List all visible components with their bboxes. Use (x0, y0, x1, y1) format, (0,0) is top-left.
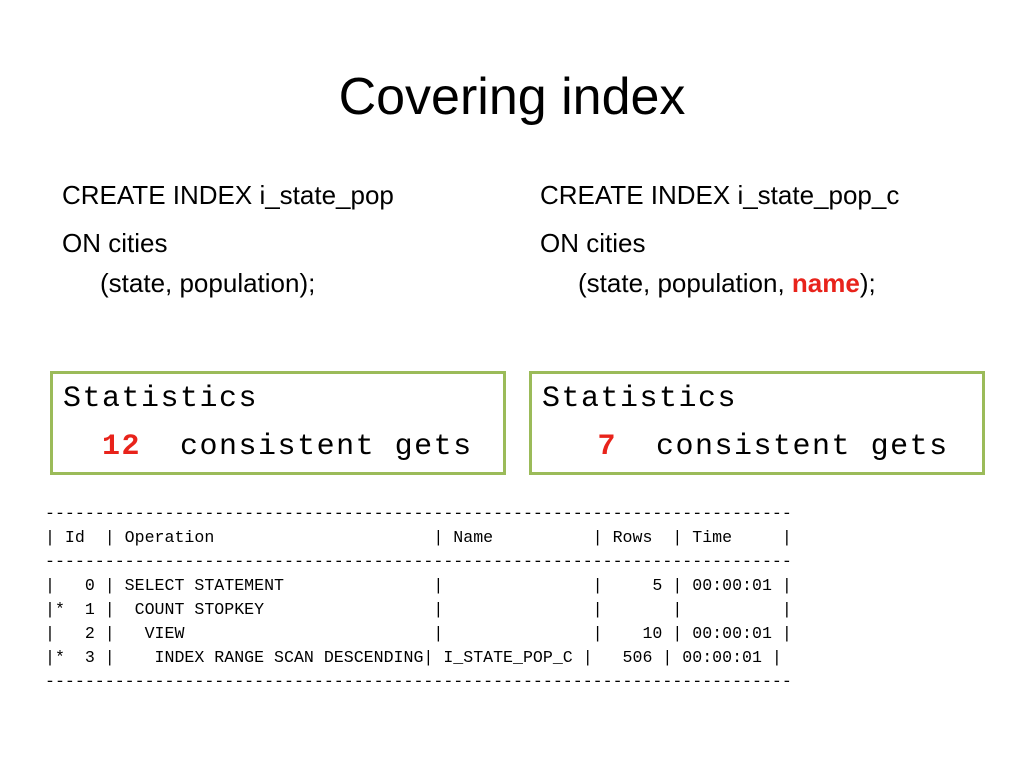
right-index-name-column: name (791, 268, 860, 298)
right-index-columns-suffix: ); (859, 268, 876, 298)
plan-separator-header: ----------------------------------------… (45, 552, 792, 571)
left-statistics-heading: Statistics (63, 382, 259, 416)
left-consistent-gets-value: 12 (102, 430, 142, 464)
right-index-definition: CREATE INDEX i_state_pop_c ON cities (st… (540, 176, 899, 302)
right-index-columns-prefix: (state, population, (578, 268, 792, 298)
right-consistent-gets-value: 7 (597, 430, 618, 464)
right-statistics-line: 7 consistent gets (542, 430, 949, 464)
right-consistent-gets-label: consistent gets (656, 430, 949, 464)
left-index-definition: CREATE INDEX i_state_pop ON cities (stat… (62, 176, 394, 302)
left-index-on-line: ON cities (62, 228, 168, 258)
right-index-create-line: CREATE INDEX i_state_pop_c (540, 180, 900, 210)
left-statistics-box: Statistics 12 consistent gets (50, 371, 506, 475)
plan-row: |* 3 | INDEX RANGE SCAN DESCENDING| I_ST… (45, 648, 782, 667)
plan-row: | 2 | VIEW | | 10 | 00:00:01 | (45, 624, 792, 643)
execution-plan-table: ----------------------------------------… (45, 502, 792, 694)
plan-row: | 0 | SELECT STATEMENT | | 5 | 00:00:01 … (45, 576, 792, 595)
plan-separator-bottom: ----------------------------------------… (45, 672, 792, 691)
right-index-columns-line: (state, population, name); (540, 264, 899, 302)
left-index-create-line: CREATE INDEX i_state_pop (62, 180, 394, 210)
right-index-on-line: ON cities (540, 228, 646, 258)
plan-header-row: | Id | Operation | Name | Rows | Time | (45, 528, 792, 547)
plan-row: |* 1 | COUNT STOPKEY | | | | (45, 600, 792, 619)
left-consistent-gets-label: consistent gets (180, 430, 473, 464)
left-index-columns-line: (state, population); (100, 268, 316, 298)
slide-title: Covering index (338, 68, 686, 126)
left-statistics-line: 12 consistent gets (63, 430, 473, 464)
right-statistics-box: Statistics 7 consistent gets (529, 371, 985, 475)
right-statistics-heading: Statistics (542, 382, 738, 416)
plan-separator-top: ----------------------------------------… (45, 504, 792, 523)
